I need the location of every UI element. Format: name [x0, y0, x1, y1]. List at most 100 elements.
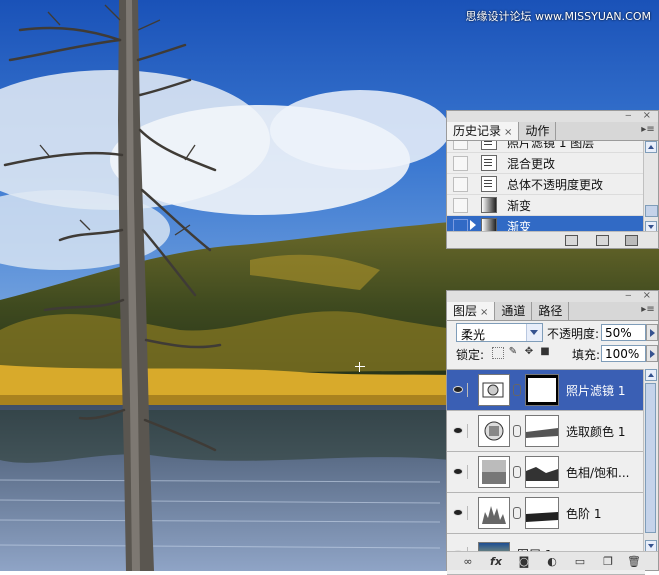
fill-input[interactable]: 100%: [601, 345, 646, 362]
trash-icon[interactable]: [625, 235, 638, 246]
mask-link-icon[interactable]: [513, 466, 521, 478]
scroll-up-icon[interactable]: [645, 369, 657, 381]
photo-filter-adjustment-icon: [478, 374, 510, 406]
history-list: 照片滤镜 1 图层 混合更改 总体不透明度更改 渐变 渐变: [447, 141, 644, 233]
visibility-eye-icon[interactable]: [451, 465, 468, 479]
crosshair-cursor-icon: [355, 362, 365, 372]
tab-paths-label: 路径: [538, 304, 563, 318]
layer-mask-thumbnail[interactable]: [525, 415, 559, 447]
lock-transparency-icon[interactable]: [492, 347, 504, 359]
blend-mode-value: 柔光: [461, 328, 486, 342]
layer-name: 色相/饱和...: [566, 465, 630, 480]
hue-saturation-adjustment-icon: [478, 456, 510, 488]
layers-list: 照片滤镜 1 选取颜色 1 色相/饱和... 色阶 1: [447, 369, 645, 575]
history-doc-icon: [481, 176, 497, 192]
new-document-from-state-icon[interactable]: [565, 235, 578, 246]
adjustment-icon[interactable]: ◐: [545, 555, 559, 568]
new-layer-icon[interactable]: ❐: [601, 555, 615, 568]
scroll-thumb[interactable]: [645, 205, 658, 217]
blend-mode-select[interactable]: 柔光: [456, 323, 543, 342]
visibility-eye-icon[interactable]: [451, 506, 468, 520]
tab-channels-label: 通道: [501, 304, 526, 318]
lock-all-padlock-icon[interactable]: ■: [540, 347, 550, 357]
history-scrollbar[interactable]: [643, 141, 658, 233]
opacity-slider-button[interactable]: [646, 324, 658, 341]
layer-mask-thumbnail[interactable]: [525, 497, 559, 529]
history-item[interactable]: 总体不透明度更改: [447, 174, 644, 195]
fx-icon[interactable]: fx: [489, 555, 503, 568]
tab-close-icon[interactable]: ×: [480, 307, 488, 318]
panel-title-bar[interactable]: ‒ ×: [447, 290, 658, 302]
layer-mask-thumbnail[interactable]: [525, 456, 559, 488]
panel-window-buttons[interactable]: ‒ ×: [625, 290, 655, 301]
lock-label: 锁定:: [456, 348, 485, 362]
layer-row[interactable]: 选取颜色 1: [447, 411, 645, 452]
mask-link-icon[interactable]: [513, 425, 521, 437]
layer-name: 照片滤镜 1: [566, 383, 626, 398]
history-source-checkbox[interactable]: [453, 155, 468, 171]
lock-position-move-icon[interactable]: ✥: [524, 347, 534, 357]
tab-history-label: 历史记录: [453, 124, 502, 138]
layers-footer: ∞ fx ◙ ◐ ▭ ❐ 🗑: [447, 551, 658, 570]
lock-pixels-brush-icon[interactable]: ✎: [508, 347, 518, 357]
blend-opacity-row: 柔光 不透明度: 50%: [447, 321, 658, 343]
panel-window-buttons[interactable]: ‒ ×: [625, 110, 655, 121]
selective-color-adjustment-icon: [478, 415, 510, 447]
layer-row[interactable]: 色阶 1: [447, 493, 645, 534]
layer-row[interactable]: 色相/饱和...: [447, 452, 645, 493]
scroll-thumb[interactable]: [645, 383, 656, 533]
layer-name: 色阶 1: [566, 506, 602, 521]
panel-menu-icon[interactable]: ▸≡: [641, 124, 655, 137]
history-item-label: 渐变: [507, 198, 532, 213]
link-icon[interactable]: ∞: [461, 555, 475, 568]
tab-actions[interactable]: 动作: [519, 122, 557, 140]
watermark-text: 思缘设计论坛 www.MISSYUAN.COM: [465, 10, 651, 23]
layer-mask-thumbnail[interactable]: [525, 374, 559, 406]
visibility-eye-icon[interactable]: [451, 383, 468, 397]
history-doc-icon: [481, 155, 497, 171]
layers-panel: ‒ × 图层 × 通道 路径 ▸≡ 柔光 不透明度: 50% 锁定: ✎ ✥ ■ …: [446, 290, 659, 575]
gradient-icon: [481, 197, 497, 213]
lock-fill-row: 锁定: ✎ ✥ ■ 填充: 100%: [447, 343, 658, 363]
levels-histogram-icon: [478, 497, 510, 529]
mask-icon[interactable]: ◙: [517, 555, 531, 568]
history-item-label: 混合更改: [507, 156, 556, 171]
history-panel: ‒ × 历史记录× 动作 ▸≡ 照片滤镜 1 图层 混合更改 总体不透明度更改: [446, 110, 659, 249]
history-item[interactable]: 照片滤镜 1 图层: [447, 141, 644, 153]
tab-channels[interactable]: 通道: [495, 302, 533, 320]
chevron-down-icon[interactable]: [526, 324, 542, 341]
history-source-checkbox[interactable]: [453, 176, 468, 192]
history-item[interactable]: 混合更改: [447, 153, 644, 174]
history-item-label: 总体不透明度更改: [507, 177, 604, 192]
history-footer: [447, 231, 658, 248]
layers-tabs: 图层 × 通道 路径 ▸≡: [447, 302, 658, 321]
scroll-up-icon[interactable]: [645, 141, 657, 153]
panel-title-bar[interactable]: ‒ ×: [447, 110, 658, 122]
history-item[interactable]: 渐变: [447, 195, 644, 216]
history-doc-icon: [481, 141, 497, 150]
snapshot-camera-icon[interactable]: [596, 235, 609, 246]
mask-link-icon[interactable]: [513, 507, 521, 519]
history-state-arrow-icon: [470, 220, 476, 230]
group-icon[interactable]: ▭: [573, 555, 587, 568]
layer-row-selected[interactable]: 照片滤镜 1: [447, 370, 645, 411]
history-tabs: 历史记录 × 动作 ▸≡: [447, 122, 658, 141]
tab-layers-label: 图层: [453, 304, 478, 318]
visibility-eye-icon[interactable]: [451, 424, 468, 438]
panel-menu-icon[interactable]: ▸≡: [641, 304, 655, 317]
layers-scrollbar[interactable]: [643, 369, 658, 552]
opacity-label: 不透明度:: [547, 327, 600, 341]
trash-icon[interactable]: 🗑: [627, 555, 641, 568]
tab-layers[interactable]: 图层 ×: [447, 302, 496, 320]
history-source-checkbox[interactable]: [453, 197, 468, 213]
opacity-input[interactable]: 50%: [601, 324, 646, 341]
fill-label: 填充:: [572, 348, 601, 362]
layer-name: 选取颜色 1: [566, 424, 626, 439]
tab-paths[interactable]: 路径: [532, 302, 570, 320]
history-item-label: 照片滤镜 1 图层: [507, 141, 595, 150]
fill-slider-button[interactable]: [646, 345, 658, 362]
mask-link-icon[interactable]: [513, 384, 521, 396]
history-source-checkbox[interactable]: [453, 141, 468, 150]
tab-history[interactable]: 历史记录 ×: [447, 122, 520, 140]
tab-close-icon[interactable]: ×: [504, 127, 512, 138]
